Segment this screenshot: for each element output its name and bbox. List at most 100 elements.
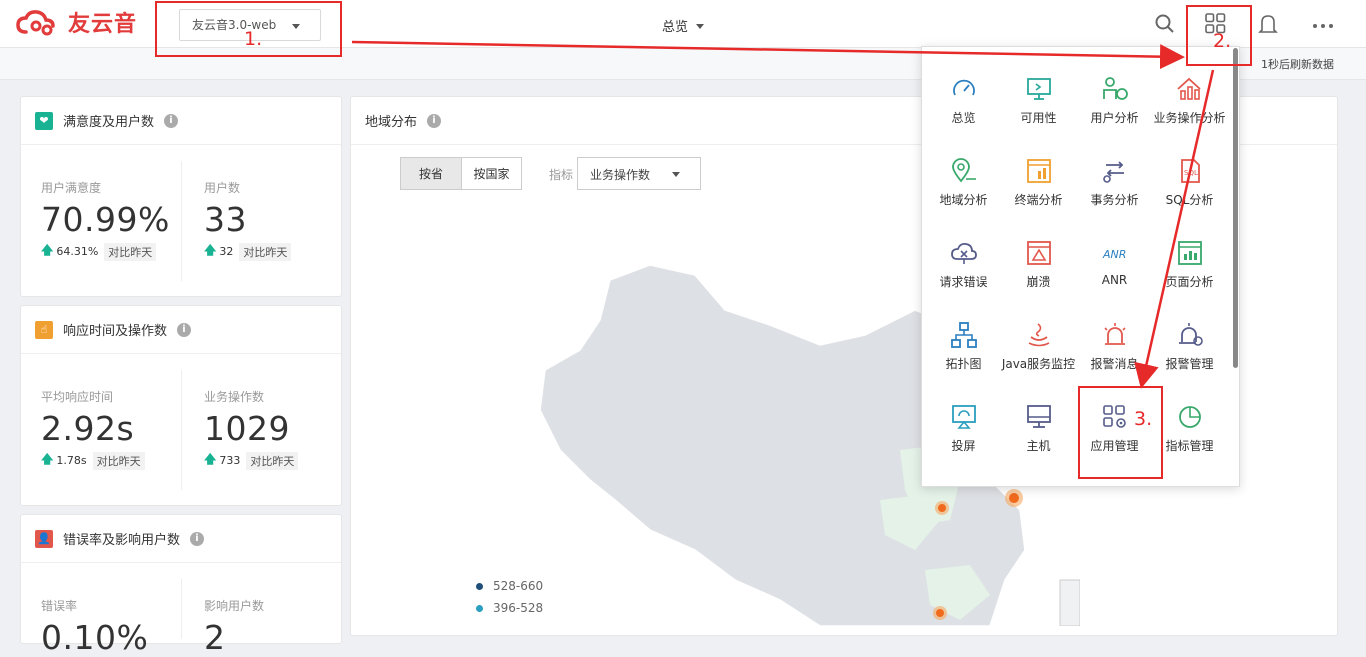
annotation-label-3: 3. — [1134, 408, 1153, 430]
menu-item-label: 可用性 — [1020, 111, 1057, 125]
metric-label: 用户数 — [204, 181, 241, 195]
menu-item-label: 终端分析 — [1014, 193, 1063, 207]
metric-select[interactable]: 业务操作数 — [577, 157, 701, 190]
menu-item-label: 总览 — [951, 111, 976, 125]
compare-label: 对比昨天 — [104, 242, 157, 261]
metric-value: 1029 — [204, 409, 290, 448]
heart-icon: ❤ — [35, 111, 53, 130]
metric-select-value: 业务操作数 — [590, 168, 651, 182]
info-icon[interactable]: i — [164, 113, 179, 128]
metric-users: 用户数 33 🡅 32 对比昨天 — [204, 179, 292, 262]
caret-down-icon — [696, 24, 705, 29]
response-card: ☝ 响应时间及操作数 i 平均响应时间 2.92s 🡅 1.78s 对比昨天 业务操… — [20, 305, 342, 506]
metric-label: 错误率 — [41, 599, 78, 613]
menu-item-alarm[interactable]: 报警消息 — [1077, 321, 1152, 391]
metric-label: 影响用户数 — [204, 599, 265, 613]
menu-scrollbar[interactable] — [1233, 48, 1238, 368]
arrow-up-icon: 🡅 — [204, 452, 217, 466]
metric-filter-label: 指标 — [549, 168, 574, 182]
terminal-chart-icon — [1026, 159, 1051, 183]
cast-icon — [951, 405, 976, 429]
metric-response-time: 平均响应时间 2.92s 🡅 1.78s 对比昨天 — [41, 388, 145, 471]
crash-icon — [1026, 241, 1051, 265]
nav-dropdown[interactable]: 总览 — [662, 16, 705, 35]
topology-icon — [950, 322, 977, 348]
info-icon[interactable]: i — [190, 531, 205, 546]
alarm-icon — [1103, 323, 1126, 345]
metric-delta: 🡅 64.31% 对比昨天 — [41, 241, 170, 262]
menu-item-topology[interactable]: 拓扑图 — [926, 321, 1001, 391]
menu-item-label: 拓扑图 — [945, 357, 982, 371]
menu-item-label: Java服务监控 — [1001, 357, 1076, 371]
arrow-up-icon: 🡅 — [41, 452, 54, 466]
menu-item-label: 请求错误 — [939, 275, 988, 289]
menu-item-label: 崩溃 — [1026, 275, 1051, 289]
brand-logo[interactable]: 友云音 — [16, 6, 137, 38]
menu-item-label: 用户分析 — [1090, 111, 1139, 125]
metric-value: 33 — [204, 200, 247, 239]
cloud-logo-icon — [16, 10, 55, 36]
menu-item-sql[interactable]: SQL SQL分析 — [1152, 157, 1227, 227]
metric-satisfaction: 用户满意度 70.99% 🡅 64.31% 对比昨天 — [41, 179, 170, 262]
delta-value: 1.78s — [56, 454, 87, 467]
compare-label: 对比昨天 — [92, 451, 145, 470]
annotation-box-3 — [1078, 386, 1163, 479]
metric-delta: 🡅 733 对比昨天 — [204, 450, 299, 471]
metric-label: 业务操作数 — [204, 390, 265, 404]
menu-item-gauge[interactable]: 总览 — [926, 75, 1001, 145]
menu-item-transaction[interactable]: 事务分析 — [1077, 157, 1152, 227]
card-header: 👤 错误率及影响用户数 i — [21, 515, 341, 563]
menu-item-anr[interactable]: ANR ANR — [1077, 239, 1152, 309]
anr-icon: ANR — [1102, 248, 1126, 261]
menu-item-java[interactable]: Java服务监控 — [1001, 321, 1076, 391]
gauge-icon — [952, 79, 975, 96]
tab-by-province[interactable]: 按省 — [400, 157, 462, 190]
menu-item-house-chart[interactable]: 业务操作分析 — [1152, 75, 1227, 145]
menu-item-label: 投屏 — [951, 439, 976, 453]
menu-item-monitor[interactable]: 可用性 — [1001, 75, 1076, 145]
info-icon[interactable]: i — [427, 113, 442, 128]
delta-value: 733 — [219, 454, 241, 467]
metric-value: 2 — [204, 618, 226, 657]
search-icon[interactable] — [1153, 12, 1177, 36]
caret-down-icon — [672, 172, 680, 177]
divider — [181, 579, 182, 639]
menu-item-label: SQL分析 — [1165, 193, 1214, 207]
delta-value: 32 — [219, 245, 234, 258]
sql-icon: SQL — [1180, 159, 1200, 183]
menu-item-host[interactable]: 主机 — [1001, 403, 1076, 473]
cloud-error-icon — [950, 242, 977, 264]
menu-item-indicator[interactable]: 指标管理 — [1152, 403, 1227, 473]
metric-affected-users: 影响用户数 2 — [204, 597, 264, 657]
menu-item-terminal-chart[interactable]: 终端分析 — [1001, 157, 1076, 227]
menu-item-alarm-manage[interactable]: 报警管理 — [1152, 321, 1227, 391]
bell-icon[interactable] — [1256, 12, 1280, 36]
menu-item-label: 主机 — [1026, 439, 1051, 453]
tab-by-country[interactable]: 按国家 — [461, 157, 522, 190]
more-icon[interactable] — [1311, 12, 1335, 36]
legend-label: 528-660 — [493, 579, 544, 593]
house-chart-icon — [1176, 77, 1201, 100]
compare-label: 对比昨天 — [246, 451, 299, 470]
menu-item-label: 事务分析 — [1090, 193, 1139, 207]
menu-item-crash[interactable]: 崩溃 — [1001, 239, 1076, 309]
user-icon: 👤 — [35, 529, 53, 548]
legend-label: 396-528 — [493, 601, 544, 615]
error-card: 👤 错误率及影响用户数 i 错误率 0.10% 影响用户数 2 — [20, 514, 342, 657]
annotation-label-2: 2. — [1213, 30, 1232, 52]
menu-item-label: 报警消息 — [1090, 357, 1139, 371]
menu-item-user-chart[interactable]: 用户分析 — [1077, 75, 1152, 145]
menu-item-page-chart[interactable]: 页面分析 — [1152, 239, 1227, 309]
menu-item-cloud-error[interactable]: 请求错误 — [926, 239, 1001, 309]
menu-item-location[interactable]: 地域分析 — [926, 157, 1001, 227]
card-header: ❤ 满意度及用户数 i — [21, 97, 341, 145]
metric-value: 0.10% — [41, 618, 149, 657]
info-icon[interactable]: i — [177, 322, 192, 337]
metric-delta: 🡅 1.78s 对比昨天 — [41, 450, 145, 471]
menu-item-cast[interactable]: 投屏 — [926, 403, 1001, 473]
nav-title-label: 总览 — [662, 20, 689, 35]
menu-item-label: 页面分析 — [1165, 275, 1214, 289]
host-icon — [1026, 405, 1051, 428]
card-title: 响应时间及操作数 — [63, 324, 168, 339]
svg-text:ANR: ANR — [1102, 248, 1126, 261]
